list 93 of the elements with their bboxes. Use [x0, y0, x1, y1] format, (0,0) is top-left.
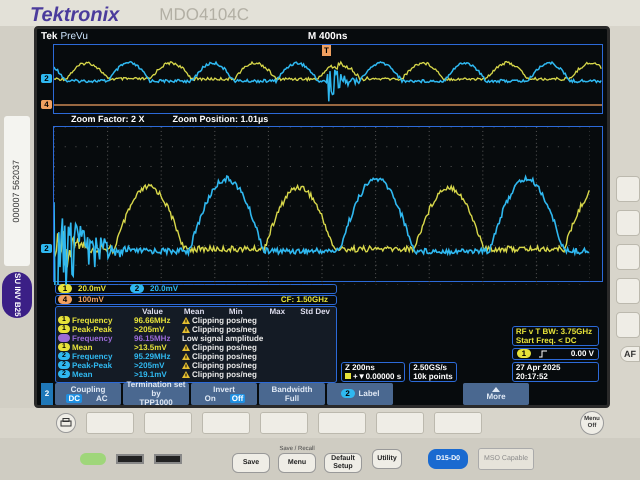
- timebase-readout: M 400ns: [308, 31, 348, 44]
- date: 27 Apr 2025: [516, 362, 562, 372]
- trigger-level: 0.00 V: [570, 348, 594, 360]
- channel-badge: 2: [130, 284, 144, 294]
- mode-label: PreVu: [60, 31, 88, 44]
- toggle-option[interactable]: Off: [230, 394, 246, 403]
- position-icon: [345, 373, 351, 380]
- channel-tab[interactable]: 2: [41, 382, 53, 405]
- toggle-option[interactable]: On: [202, 394, 218, 403]
- measurement-status: Clipping pos/neg: [192, 316, 257, 325]
- channel-marker: 2: [41, 74, 52, 83]
- rf-bandwidth: RF v T BW: 3.75GHz: [516, 326, 594, 336]
- more-button[interactable]: More: [463, 382, 529, 405]
- zoom-position: Zoom Position: 1.01µs: [172, 114, 268, 126]
- soft-key[interactable]: [144, 412, 192, 434]
- side-key[interactable]: [616, 278, 640, 304]
- up-arrow-icon: [492, 386, 500, 392]
- measurement-value: 95.29MHz: [134, 352, 172, 361]
- menu-title: Coupling: [70, 384, 106, 394]
- zoom-scale: Z 200ns: [345, 362, 376, 372]
- measurement-name: Peak-Peak: [72, 360, 112, 370]
- time: 20:17:52: [516, 372, 549, 381]
- measurement-status: Clipping pos/neg: [192, 342, 257, 352]
- menu-value: TPP1000: [139, 398, 173, 408]
- trigger-source: 1: [516, 349, 531, 358]
- zoom-factor: Zoom Factor: 2 X: [71, 114, 145, 126]
- measurement-name: Frequency: [72, 334, 112, 343]
- measurement-name: Peak-Peak: [72, 324, 112, 334]
- measurement-value: >205mV: [134, 324, 166, 334]
- channel-scale: 100mV: [78, 295, 104, 304]
- menu-title: Termination set by: [126, 380, 186, 398]
- measurement-status: Low signal amplitude: [182, 334, 264, 343]
- soft-key[interactable]: [202, 412, 250, 434]
- channel-badge: 4: [58, 295, 72, 304]
- column-header: Max: [268, 306, 286, 316]
- measurement-value: 96.66MHz: [134, 316, 172, 325]
- side-key[interactable]: [616, 210, 640, 236]
- measurement-name: Frequency: [72, 352, 112, 361]
- channel-scale: 20.0mV: [78, 284, 106, 294]
- measurement-value: 96.15MHz: [134, 334, 172, 343]
- menu-item[interactable]: Termination set by TPP1000: [123, 382, 189, 405]
- side-key[interactable]: [616, 312, 640, 338]
- measurement-name: Frequency: [72, 316, 112, 325]
- side-key[interactable]: [616, 244, 640, 270]
- menu-title: Label: [358, 389, 380, 398]
- measurement-status: Clipping pos/neg: [192, 352, 257, 361]
- soft-key[interactable]: [318, 412, 366, 434]
- measurement-status: Clipping pos/neg: [192, 370, 257, 379]
- column-header: Value: [141, 306, 164, 316]
- channel-marker: 4: [41, 100, 52, 109]
- sample-rate: 2.50GS/s: [413, 362, 448, 372]
- menu-item[interactable]: Bandwidth Full: [259, 382, 325, 405]
- menu-value: Full: [284, 394, 300, 403]
- channel-scale: 20.0mV: [150, 284, 178, 294]
- trigger-marker: T: [322, 44, 331, 56]
- tek-logo: Tek: [41, 31, 58, 44]
- toggle-option[interactable]: AC: [94, 394, 110, 403]
- side-button[interactable]: AF: [620, 346, 640, 362]
- record-length: 10k points: [413, 372, 453, 381]
- measurement-value: >205mV: [134, 360, 166, 370]
- measurement-value: >19.1mV: [134, 370, 168, 379]
- power-button[interactable]: [80, 453, 106, 465]
- menu-title: Invert: [213, 384, 235, 394]
- soft-key[interactable]: [86, 412, 134, 434]
- column-header: Std Dev: [299, 306, 331, 316]
- center-frequency: CF: 1.50GHz: [280, 295, 328, 304]
- measurement-name: Mean: [72, 342, 92, 352]
- horizontal-position: +▼0.00000 s: [353, 372, 402, 381]
- soft-key[interactable]: [376, 412, 424, 434]
- rising-edge-icon: [538, 350, 547, 358]
- start-frequency: Start Freq. < DC: [516, 336, 578, 345]
- channel-marker: 2: [41, 244, 52, 253]
- print-button[interactable]: [56, 413, 76, 433]
- brand-logo: Tektronix: [30, 4, 120, 26]
- measurement-value: >13.5mV: [134, 342, 168, 352]
- side-key[interactable]: [616, 176, 640, 202]
- channel-badge: 2: [340, 389, 355, 398]
- toggle-option[interactable]: DC: [66, 394, 82, 403]
- channel-badge: 1: [58, 284, 72, 294]
- menu-title: Bandwidth: [272, 384, 312, 394]
- label-menu-item[interactable]: 2 Label: [327, 382, 393, 405]
- printer-icon: [60, 418, 72, 428]
- inventory-tag: SU INV B25: [2, 272, 32, 318]
- soft-key[interactable]: [434, 412, 482, 434]
- measurement-name: Mean: [72, 370, 92, 379]
- column-header: Min: [228, 306, 244, 316]
- measurement-status: Clipping pos/neg: [192, 324, 257, 334]
- soft-key[interactable]: [260, 412, 308, 434]
- measurement-status: Clipping pos/neg: [192, 360, 257, 370]
- usb-port: [154, 454, 182, 464]
- usb-port: [116, 454, 144, 464]
- serial-number: 000007 562037: [10, 160, 22, 222]
- column-header: Mean: [182, 306, 206, 316]
